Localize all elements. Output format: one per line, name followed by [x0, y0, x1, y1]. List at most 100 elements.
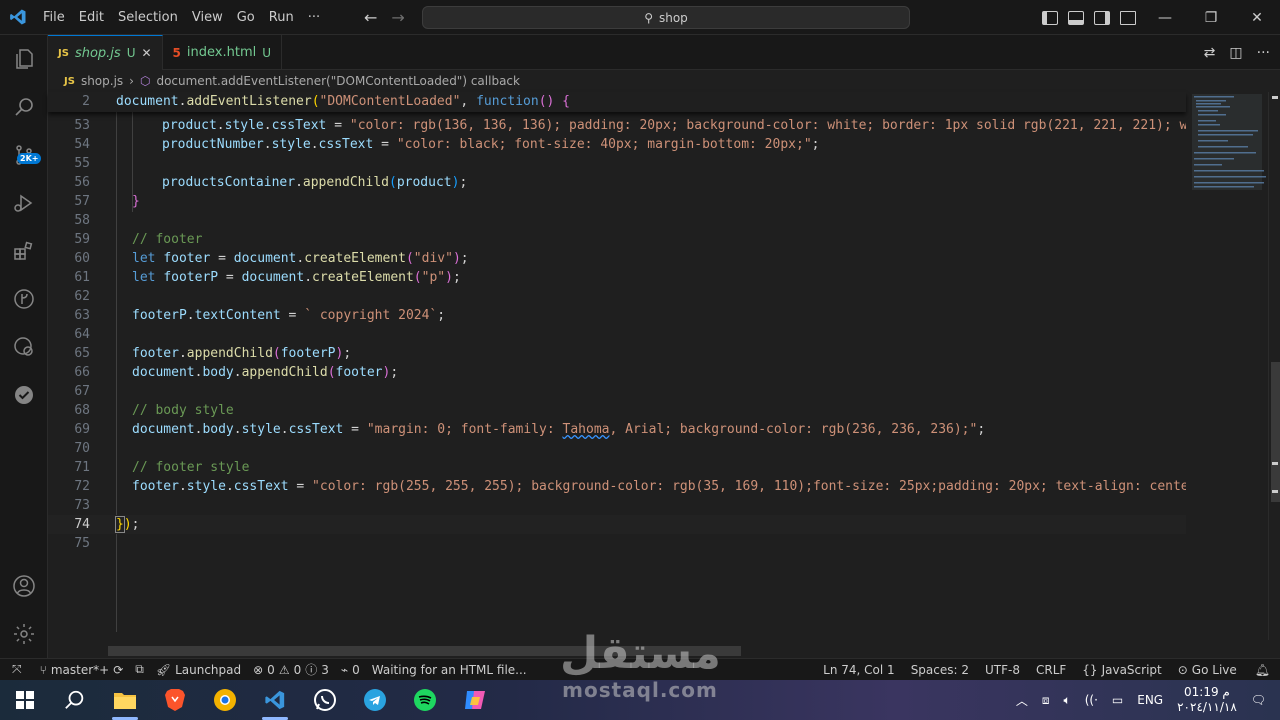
- remote-indicator[interactable]: ⤧: [0, 662, 34, 677]
- toggle-primary-sidebar-icon[interactable]: [1042, 10, 1058, 25]
- telegram-icon[interactable]: [350, 680, 400, 720]
- breadcrumb-symbol[interactable]: document.addEventListener("DOMContentLoa…: [156, 74, 520, 88]
- source-control-icon[interactable]: 2K+: [0, 131, 48, 179]
- title-bar: File Edit Selection View Go Run ··· ← → …: [0, 0, 1280, 35]
- git-graph-status-icon[interactable]: ⧉: [129, 662, 150, 677]
- encoding[interactable]: UTF-8: [977, 663, 1028, 677]
- menu-go[interactable]: Go: [230, 0, 262, 35]
- taskbar-search-icon[interactable]: [50, 680, 100, 720]
- vscode-taskbar-icon[interactable]: [250, 680, 300, 720]
- menu-run[interactable]: Run: [262, 0, 301, 35]
- code-line: 54 productNumber.style.cssText = "color: …: [74, 137, 820, 152]
- tab-shop-js[interactable]: JS shop.js U ✕: [48, 35, 163, 70]
- indentation[interactable]: Spaces: 2: [903, 663, 977, 677]
- language-mode[interactable]: {} JavaScript: [1074, 663, 1169, 677]
- brave-browser-icon[interactable]: [150, 680, 200, 720]
- explorer-icon[interactable]: [0, 35, 48, 83]
- minimap[interactable]: [1186, 92, 1268, 640]
- settings-gear-icon[interactable]: [0, 610, 48, 658]
- layout-controls: [1042, 0, 1136, 35]
- tab-index-html[interactable]: 5 index.html U: [163, 35, 283, 70]
- close-tab-icon[interactable]: ✕: [141, 46, 151, 60]
- more-actions-icon[interactable]: ···: [1257, 45, 1270, 61]
- remote-explorer-icon[interactable]: [0, 323, 48, 371]
- code-line: 73: [74, 498, 90, 513]
- code-line: 72 footer.style.cssText = "color: rgb(255…: [74, 479, 1186, 494]
- toggle-secondary-sidebar-icon[interactable]: [1094, 10, 1110, 25]
- untracked-badge: U: [126, 46, 136, 60]
- go-live-button[interactable]: ⊙ Go Live: [1170, 663, 1245, 677]
- menu-view[interactable]: View: [185, 0, 230, 35]
- nav-arrows: ← →: [364, 0, 405, 35]
- watermark-logo: مستقل mostaql.com: [560, 628, 721, 703]
- menu-edit[interactable]: Edit: [72, 0, 111, 35]
- branch-indicator[interactable]: ⑂ master*+ ⟳: [34, 663, 130, 677]
- code-line: 66 document.body.appendChild(footer);: [74, 365, 399, 380]
- search-view-icon[interactable]: [0, 83, 48, 131]
- menu-file[interactable]: File: [36, 0, 72, 35]
- close-window-icon[interactable]: ✕: [1234, 0, 1280, 35]
- whatsapp-icon[interactable]: [300, 680, 350, 720]
- code-line: 64: [74, 327, 90, 342]
- forward-arrow-icon[interactable]: →: [391, 8, 404, 27]
- spotify-icon[interactable]: [400, 680, 450, 720]
- source-control-badge: 2K+: [17, 153, 42, 164]
- scroll-marker: [1272, 462, 1278, 465]
- battery-icon[interactable]: ▭: [1112, 693, 1123, 707]
- braces-icon: {}: [1082, 663, 1098, 677]
- restore-icon[interactable]: ❐: [1188, 0, 1234, 35]
- customize-layout-icon[interactable]: [1120, 10, 1136, 25]
- show-hidden-icons-icon[interactable]: ︿: [1016, 692, 1028, 709]
- ports-indicator[interactable]: ⌁ 0: [335, 663, 366, 677]
- end-of-line[interactable]: CRLF: [1028, 663, 1074, 677]
- device-icon[interactable]: ⧈: [1042, 693, 1050, 708]
- volume-icon[interactable]: 🔈︎: [1064, 693, 1071, 708]
- chrome-icon[interactable]: [200, 680, 250, 720]
- code-line: 68// body style: [74, 403, 234, 418]
- extensions-icon[interactable]: [0, 227, 48, 275]
- status-message: Waiting for an HTML file...: [371, 662, 527, 677]
- antenna-icon: ⌁: [340, 662, 349, 677]
- split-editor-icon[interactable]: ◫: [1229, 45, 1242, 61]
- testing-icon[interactable]: [0, 371, 48, 419]
- watermark-arabic: مستقل: [560, 628, 721, 679]
- clock[interactable]: 01:19 م ٢٠٢٤/١١/١٨: [1177, 685, 1237, 715]
- breadcrumb: JS shop.js › ⬡ document.addEventListener…: [48, 70, 1280, 92]
- scrollbar-thumb[interactable]: [1271, 362, 1280, 502]
- notification-center-icon[interactable]: 🗨︎: [1251, 693, 1266, 707]
- watermark-latin: mostaql.com: [562, 678, 718, 702]
- copilot-icon[interactable]: [450, 680, 500, 720]
- input-language[interactable]: ENG: [1137, 693, 1163, 707]
- account-icon[interactable]: [0, 562, 48, 610]
- editor-actions: ⇄ ◫ ···: [1204, 35, 1270, 70]
- code-editor[interactable]: 53 product.style.cssText = "color: rgb(13…: [48, 92, 1186, 640]
- menu-more[interactable]: ···: [301, 0, 327, 35]
- toggle-panel-icon[interactable]: [1068, 10, 1084, 25]
- sticky-scroll-line[interactable]: 2 document.addEventListener("DOMContentL…: [48, 92, 1186, 112]
- code-line: 75: [74, 536, 90, 551]
- wifi-icon[interactable]: ((·: [1085, 693, 1098, 707]
- breadcrumb-file[interactable]: shop.js: [81, 74, 123, 88]
- problems-indicator[interactable]: ⊗ 0 ⚠ 0 ⓘ 3: [247, 661, 335, 678]
- javascript-file-icon: JS: [58, 47, 69, 59]
- file-explorer-icon[interactable]: [100, 680, 150, 720]
- symbol-icon: ⬡: [139, 74, 151, 88]
- back-arrow-icon[interactable]: ←: [364, 8, 377, 27]
- minimize-icon[interactable]: —: [1142, 0, 1188, 35]
- launchpad-button[interactable]: 🚀︎ Launchpad: [150, 663, 247, 677]
- command-center-search[interactable]: ⚲ shop: [422, 6, 910, 29]
- git-graph-icon[interactable]: [0, 275, 48, 323]
- line-number: 2: [82, 94, 90, 109]
- scroll-marker: [1272, 96, 1278, 99]
- clock-time: 01:19 م: [1184, 685, 1230, 699]
- run-debug-icon[interactable]: [0, 179, 48, 227]
- code-line: 59// footer: [74, 232, 203, 247]
- editor-tabs: JS shop.js U ✕ 5 index.html U: [48, 35, 1280, 70]
- windows-start-icon[interactable]: [0, 680, 50, 720]
- cursor-position[interactable]: Ln 74, Col 1: [815, 663, 903, 677]
- open-changes-icon[interactable]: ⇄: [1204, 45, 1216, 61]
- menu-selection[interactable]: Selection: [111, 0, 185, 35]
- current-code-line: 74});: [48, 515, 1186, 534]
- vertical-scrollbar[interactable]: [1268, 92, 1280, 640]
- notifications-bell-icon[interactable]: 🔔︎: [1245, 663, 1280, 677]
